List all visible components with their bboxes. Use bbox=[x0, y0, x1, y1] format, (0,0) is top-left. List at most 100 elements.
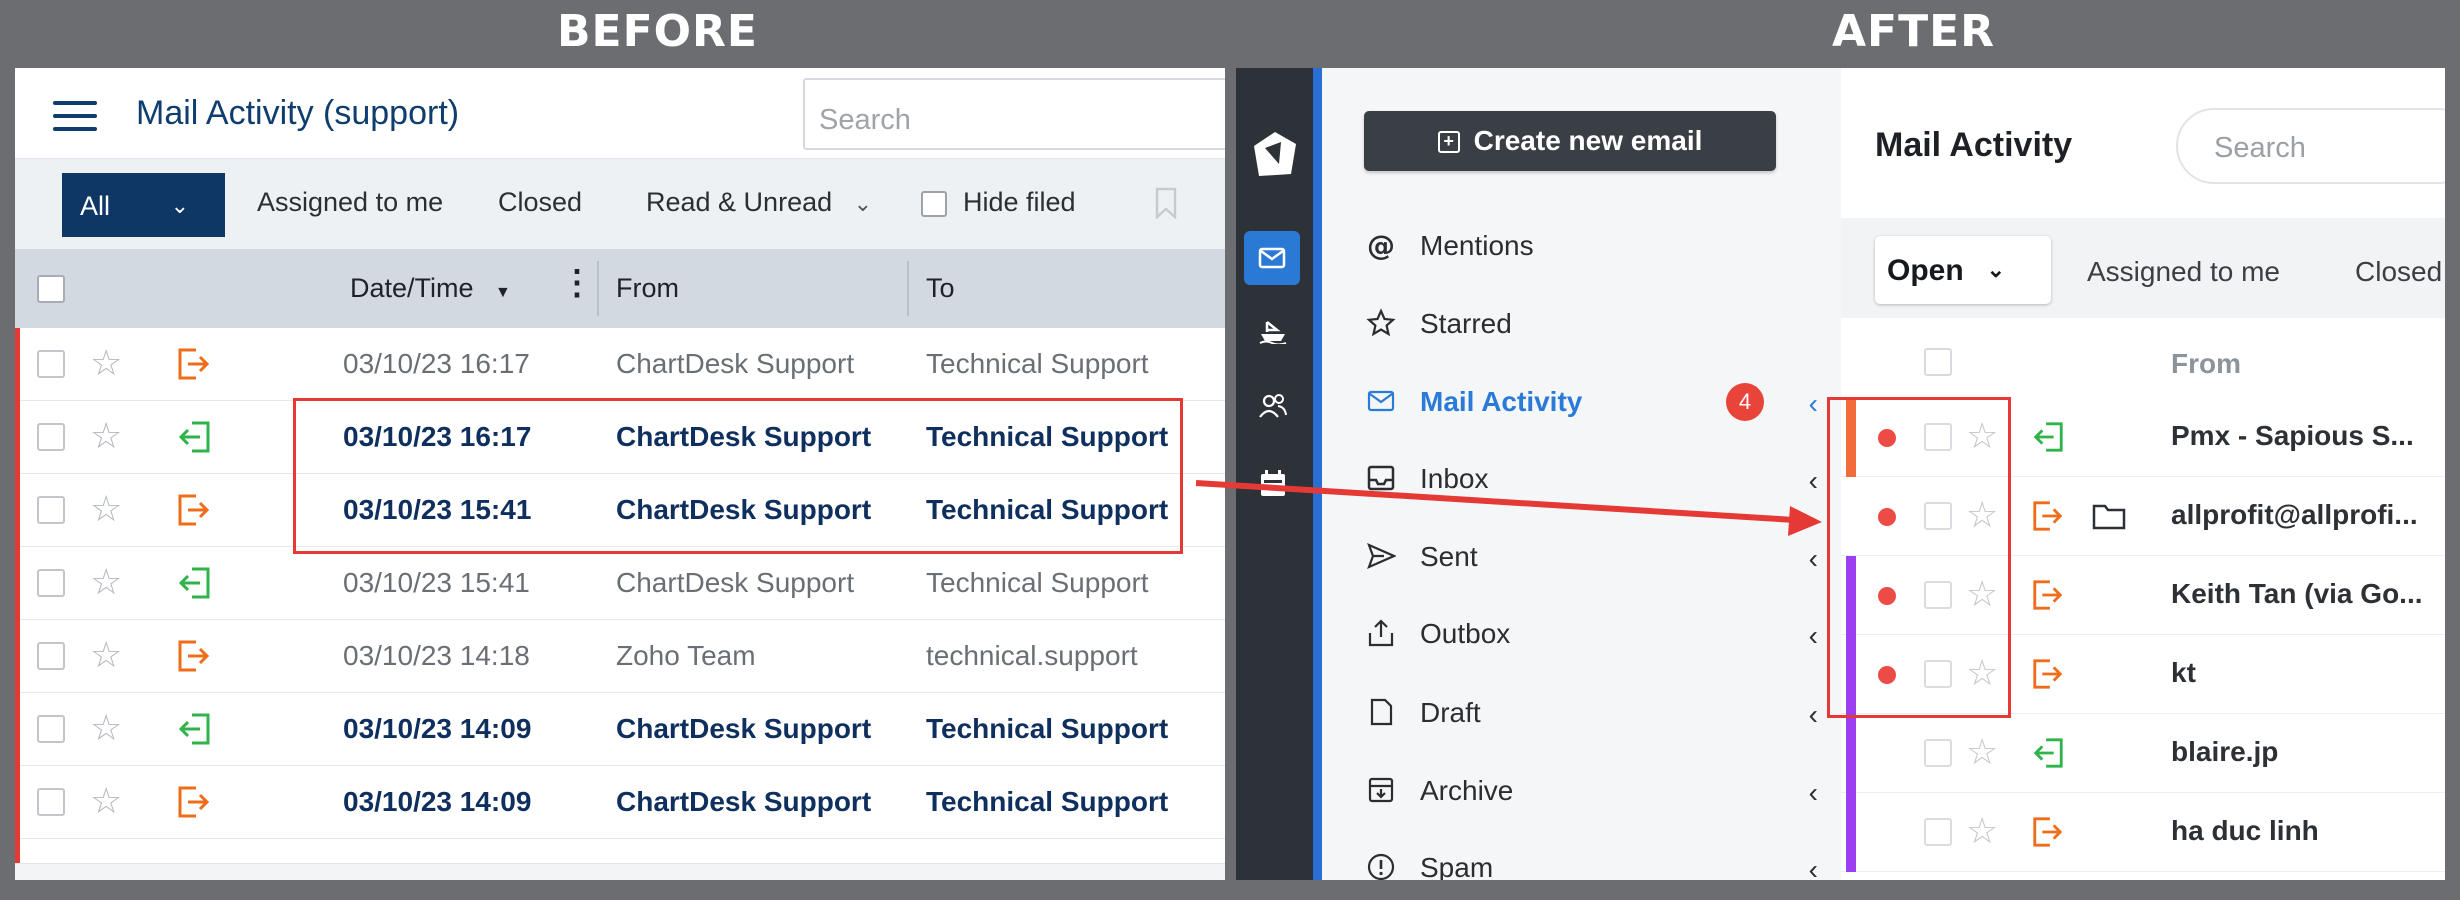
spam-icon bbox=[1367, 853, 1395, 880]
filter-closed[interactable]: Closed bbox=[498, 187, 582, 218]
chevron-left-icon[interactable]: ‹ bbox=[1809, 543, 1818, 575]
table-row[interactable]: ☆ 03/10/23 14:09 ChartDesk Support Technica… bbox=[15, 693, 1225, 766]
column-from[interactable]: From bbox=[2171, 348, 2241, 380]
ship-icon[interactable] bbox=[1258, 314, 1288, 344]
sender-cell: Pmx - Sapious S... bbox=[2171, 420, 2414, 451]
to-cell: Technical Support bbox=[926, 786, 1169, 817]
svg-text:@: @ bbox=[1367, 230, 1395, 260]
sidebar-item-label: Outbox bbox=[1420, 618, 1511, 649]
select-all-checkbox[interactable] bbox=[1924, 348, 1952, 376]
to-cell: Technical Support bbox=[926, 348, 1149, 379]
sidebar-item-label: Sent bbox=[1420, 541, 1478, 572]
sidebar-item-inbox[interactable]: Inbox ‹ bbox=[1366, 455, 1836, 505]
star-icon[interactable]: ☆ bbox=[1966, 810, 1998, 852]
chevron-left-icon[interactable]: ‹ bbox=[1809, 854, 1818, 880]
table-row[interactable]: ☆ 03/10/23 15:41 ChartDesk Support Technica… bbox=[15, 547, 1225, 620]
envelope-icon bbox=[1258, 247, 1286, 269]
row-checkbox[interactable] bbox=[1924, 739, 1952, 767]
outgoing-arrow-icon bbox=[2033, 501, 2063, 531]
contacts-icon[interactable] bbox=[1258, 391, 1288, 421]
table-row[interactable]: ☆ 03/10/23 14:18 Zoho Team technical.suppor… bbox=[15, 620, 1225, 693]
filter-closed[interactable]: Closed bbox=[2355, 256, 2442, 288]
filter-read-unread[interactable]: Read & Unread ⌄ bbox=[646, 187, 872, 218]
table-header: Date/Time ▼ ⋮ From To bbox=[15, 249, 1225, 328]
folder-icon[interactable] bbox=[2091, 499, 2127, 533]
star-icon[interactable]: ☆ bbox=[90, 707, 122, 749]
sidebar-item-sent[interactable]: Sent ‹ bbox=[1366, 533, 1836, 583]
hide-filed-checkbox[interactable] bbox=[921, 191, 947, 217]
row-checkbox[interactable] bbox=[37, 642, 65, 670]
rail-mail-button[interactable] bbox=[1244, 231, 1300, 285]
send-icon bbox=[1367, 542, 1396, 570]
sidebar-item-mail-activity[interactable]: Mail Activity 4 ‹ bbox=[1366, 378, 1836, 428]
horizontal-scrollbar[interactable] bbox=[15, 863, 1225, 880]
sidebar-item-spam[interactable]: Spam ‹ bbox=[1366, 844, 1836, 880]
unassigned-indicator bbox=[15, 693, 20, 766]
bookmark-icon[interactable] bbox=[1155, 187, 1177, 219]
select-all-checkbox[interactable] bbox=[37, 275, 65, 303]
table-row[interactable]: ☆ ha duc linh bbox=[1841, 793, 2445, 872]
star-icon[interactable]: ☆ bbox=[90, 488, 122, 530]
create-email-label: Create new email bbox=[1473, 125, 1703, 156]
column-from[interactable]: From bbox=[616, 273, 679, 304]
highlight-box-after bbox=[1827, 397, 2011, 718]
sidebar-item-mentions[interactable]: @ Mentions bbox=[1366, 222, 1836, 272]
sidebar-item-outbox[interactable]: Outbox ‹ bbox=[1366, 610, 1836, 660]
table-row[interactable]: ☆ 03/10/23 16:17 ChartDesk Support Technica… bbox=[15, 328, 1225, 401]
column-to[interactable]: To bbox=[926, 273, 955, 304]
star-icon[interactable]: ☆ bbox=[90, 780, 122, 822]
incoming-arrow-icon bbox=[178, 567, 210, 599]
filter-assigned[interactable]: Assigned to me bbox=[257, 187, 443, 218]
unassigned-indicator bbox=[15, 401, 20, 474]
star-icon[interactable]: ☆ bbox=[90, 634, 122, 676]
search-input[interactable]: Search bbox=[2176, 108, 2445, 184]
highlight-box-before bbox=[293, 398, 1183, 554]
table-row[interactable]: ☆ blaire.jp bbox=[1841, 714, 2445, 793]
star-icon[interactable]: ☆ bbox=[1966, 731, 1998, 773]
row-checkbox[interactable] bbox=[37, 569, 65, 597]
chevron-left-icon[interactable]: ‹ bbox=[1809, 777, 1818, 809]
table-row[interactable]: ☆ 03/10/23 14:09 ChartDesk Support Technica… bbox=[15, 766, 1225, 839]
column-separator bbox=[907, 261, 909, 316]
unassigned-indicator bbox=[15, 766, 20, 839]
active-indicator bbox=[1313, 68, 1322, 880]
create-email-button[interactable]: + Create new email bbox=[1364, 111, 1776, 171]
row-checkbox[interactable] bbox=[37, 788, 65, 816]
star-icon[interactable]: ☆ bbox=[90, 415, 122, 457]
row-checkbox[interactable] bbox=[37, 496, 65, 524]
incoming-arrow-icon bbox=[2033, 738, 2063, 768]
page-title: Mail Activity (support) bbox=[136, 94, 460, 132]
at-icon: @ bbox=[1367, 230, 1395, 260]
chevron-left-icon[interactable]: ‹ bbox=[1809, 465, 1818, 497]
to-cell: Technical Support bbox=[926, 567, 1149, 598]
sidebar-item-label: Spam bbox=[1420, 852, 1494, 880]
row-checkbox[interactable] bbox=[37, 423, 65, 451]
menu-icon[interactable] bbox=[53, 101, 97, 131]
inbox-icon bbox=[1367, 465, 1395, 491]
outgoing-arrow-icon bbox=[178, 348, 210, 380]
status-dropdown[interactable]: Open ⌄ bbox=[1875, 236, 2051, 304]
sidebar-item-label: Draft bbox=[1420, 697, 1481, 728]
sidebar-item-draft[interactable]: Draft ‹ bbox=[1366, 689, 1836, 739]
star-icon[interactable]: ☆ bbox=[90, 342, 122, 384]
chevron-left-icon[interactable]: ‹ bbox=[1809, 388, 1818, 420]
sender-cell: ha duc linh bbox=[2171, 815, 2319, 846]
search-input[interactable]: Search bbox=[803, 78, 1225, 150]
calendar-icon[interactable] bbox=[1258, 468, 1288, 498]
star-icon[interactable]: ☆ bbox=[90, 561, 122, 603]
datetime-cell: 03/10/23 14:09 bbox=[343, 786, 532, 817]
sidebar-item-starred[interactable]: Starred bbox=[1366, 300, 1836, 350]
column-menu-icon[interactable]: ⋮ bbox=[560, 263, 594, 303]
row-checkbox[interactable] bbox=[37, 350, 65, 378]
from-cell: Zoho Team bbox=[616, 640, 756, 671]
chevron-left-icon[interactable]: ‹ bbox=[1809, 620, 1818, 652]
all-dropdown[interactable]: All ⌄ bbox=[62, 173, 225, 237]
sidebar-item-archive[interactable]: Archive ‹ bbox=[1366, 767, 1836, 817]
filter-assigned[interactable]: Assigned to me bbox=[2087, 256, 2280, 288]
chevron-left-icon[interactable]: ‹ bbox=[1809, 699, 1818, 731]
row-checkbox[interactable] bbox=[37, 715, 65, 743]
column-datetime[interactable]: Date/Time ▼ bbox=[350, 273, 511, 304]
row-checkbox[interactable] bbox=[1924, 818, 1952, 846]
outgoing-arrow-icon bbox=[178, 494, 210, 526]
filter-bar: Open ⌄ Assigned to me Closed bbox=[1841, 218, 2445, 318]
